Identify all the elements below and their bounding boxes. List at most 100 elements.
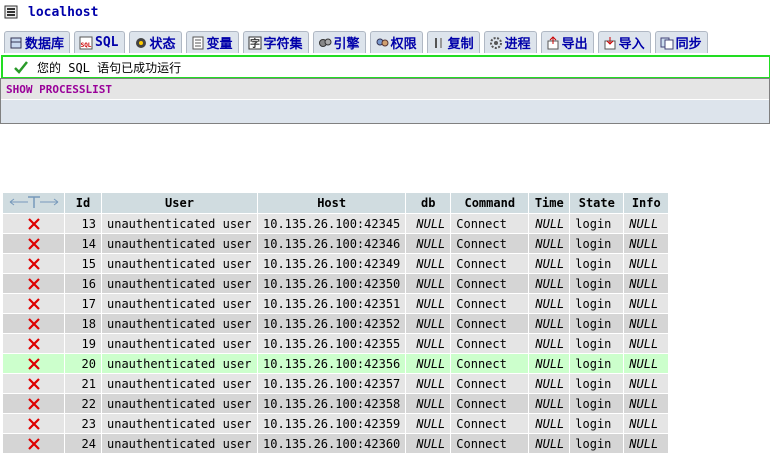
cell-user: unauthenticated user [102,374,257,393]
column-header-user[interactable]: User [102,193,257,213]
kill-process-icon[interactable] [27,397,41,411]
kill-cell[interactable] [3,214,64,233]
kill-cell[interactable] [3,374,64,393]
tab-engine[interactable]: 引擎 [312,31,366,53]
tab-label: 导入 [618,37,645,52]
cell-info: NULL [624,354,669,373]
cell-time: NULL [529,234,570,253]
cell-id: 20 [65,354,101,373]
tab-label: 同步 [675,37,702,52]
cell-host: 10.135.26.100:42346 [258,234,406,253]
kill-process-icon[interactable] [27,217,41,231]
kill-cell[interactable] [3,354,64,373]
sql-query-text: SHOW PROCESSLIST [6,83,112,96]
tab-privileges[interactable]: 权限 [369,31,423,53]
tab-process[interactable]: 进程 [483,31,537,53]
kill-process-icon[interactable] [27,237,41,251]
svg-text:字: 字 [250,37,260,50]
table-row: 15 unauthenticated user 10.135.26.100:4234… [3,254,669,273]
cell-state: login [570,434,624,453]
tab-label: SQL [95,35,119,50]
export-icon [547,35,559,49]
column-header-host[interactable]: Host [258,193,406,213]
kill-cell[interactable] [3,314,64,333]
cell-info: NULL [624,274,669,293]
tab-status[interactable]: 状态 [128,31,182,53]
svg-text:SQL: SQL [81,42,92,49]
cell-id: 15 [65,254,101,273]
engine-icon [318,38,332,47]
cell-db: NULL [406,294,451,313]
cell-info: NULL [624,434,669,453]
cell-user: unauthenticated user [102,414,257,433]
column-header-db[interactable]: db [406,193,451,213]
cell-db: NULL [406,334,451,353]
tab-replication[interactable]: 复制 [426,31,480,53]
kill-process-icon[interactable] [27,257,41,271]
tab-variables[interactable]: 变量 [185,31,239,53]
column-toggle-icon[interactable] [6,195,62,209]
cell-id: 18 [65,314,101,333]
cell-time: NULL [529,314,570,333]
kill-cell[interactable] [3,234,64,253]
column-header-id[interactable]: Id [65,193,101,213]
column-header-info[interactable]: Info [624,193,669,213]
tab-label: 导出 [561,37,588,52]
kill-cell[interactable] [3,414,64,433]
cell-info: NULL [624,294,669,313]
column-header-actions[interactable] [3,193,64,213]
cell-state: login [570,414,624,433]
tab-sync[interactable]: 同步 [654,31,708,53]
kill-cell[interactable] [3,294,64,313]
cell-id: 13 [65,214,101,233]
processlist-table: Id User Host db Command Time State Info … [2,192,669,454]
kill-process-icon[interactable] [27,437,41,451]
cell-host: 10.135.26.100:42352 [258,314,406,333]
cell-time: NULL [529,374,570,393]
tab-import[interactable]: 导入 [597,31,651,53]
success-message: 您的 SQL 语句已成功运行 [1,55,770,79]
cell-time: NULL [529,334,570,353]
cell-info: NULL [624,334,669,353]
cell-time: NULL [529,394,570,413]
table-row: 22 unauthenticated user 10.135.26.100:4235… [3,394,669,413]
cell-command: Connect [451,274,529,293]
kill-process-icon[interactable] [27,297,41,311]
cell-info: NULL [624,254,669,273]
server-breadcrumb[interactable]: localhost [4,3,98,21]
tab-sql[interactable]: SQL SQL [74,31,125,53]
kill-process-icon[interactable] [27,377,41,391]
cell-info: NULL [624,374,669,393]
column-header-command[interactable]: Command [451,193,529,213]
cell-db: NULL [406,434,451,453]
cell-host: 10.135.26.100:42349 [258,254,406,273]
cell-time: NULL [529,414,570,433]
kill-cell[interactable] [3,274,64,293]
tab-database[interactable]: 数据库 [4,31,71,53]
kill-process-icon[interactable] [27,357,41,371]
cell-state: login [570,294,624,313]
cell-info: NULL [624,214,669,233]
tab-charset[interactable]: 字字符集 [242,31,309,53]
server-label[interactable]: localhost [28,5,98,20]
kill-process-icon[interactable] [27,317,41,331]
kill-cell[interactable] [3,334,64,353]
sql-query-box: SHOW PROCESSLIST [0,78,770,124]
cell-state: login [570,374,624,393]
cell-user: unauthenticated user [102,394,257,413]
column-header-state[interactable]: State [570,193,624,213]
cell-host: 10.135.26.100:42355 [258,334,406,353]
cell-host: 10.135.26.100:42360 [258,434,406,453]
tab-export[interactable]: 导出 [540,31,594,53]
kill-cell[interactable] [3,254,64,273]
column-header-time[interactable]: Time [529,193,570,213]
kill-process-icon[interactable] [27,417,41,431]
cell-info: NULL [624,314,669,333]
cell-id: 17 [65,294,101,313]
kill-cell[interactable] [3,394,64,413]
kill-cell[interactable] [3,434,64,453]
database-icon [10,37,22,48]
kill-process-icon[interactable] [27,277,41,291]
kill-process-icon[interactable] [27,337,41,351]
query-options-bar [1,100,769,123]
